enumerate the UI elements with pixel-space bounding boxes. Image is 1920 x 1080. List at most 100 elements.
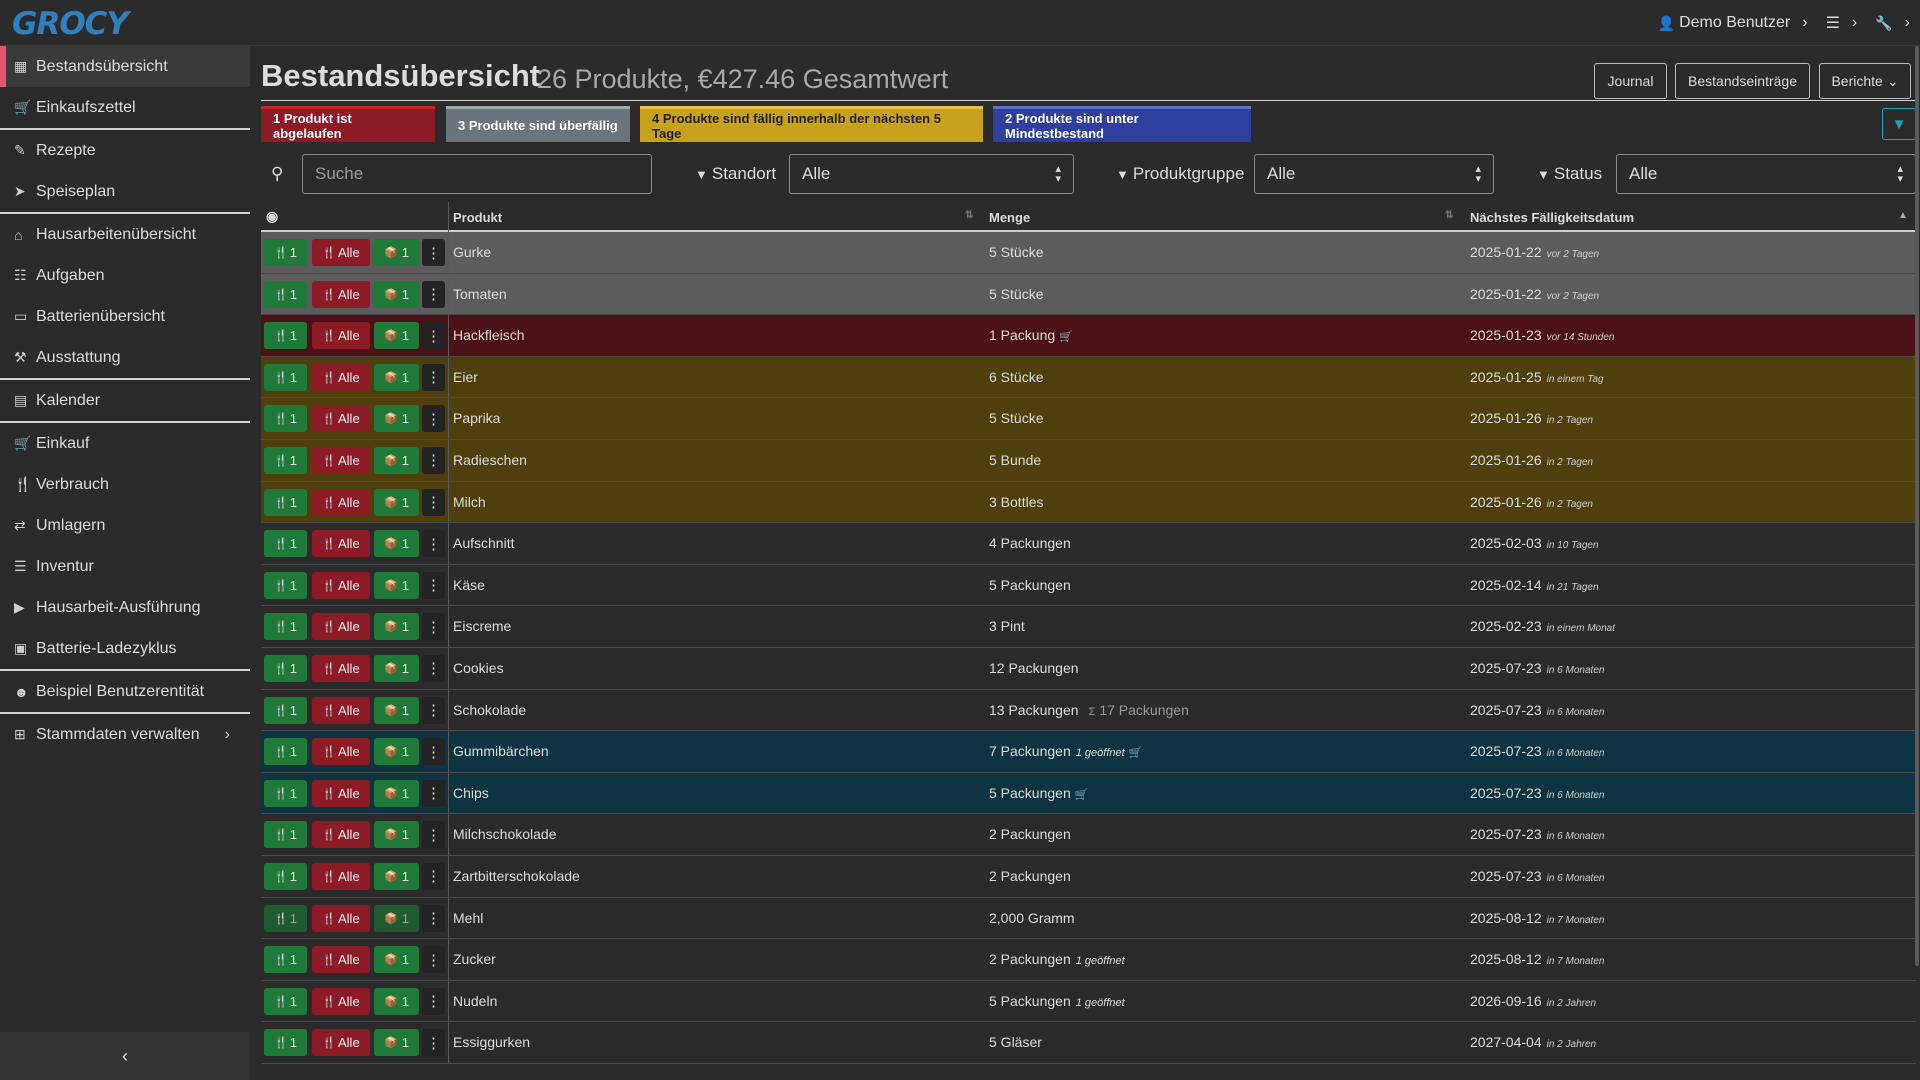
row-more-menu-button[interactable]: ⋮ [422, 239, 445, 266]
product-name[interactable]: Chips [453, 785, 489, 801]
open-one-button[interactable]: 📦 1 [374, 280, 419, 308]
product-group-select[interactable]: Alle ▴ ▾ [1254, 154, 1494, 194]
consume-all-button[interactable]: 🍴 Alle [312, 405, 370, 433]
due-soon-filter-badge[interactable]: 4 Produkte sind fällig innerhalb der näc… [640, 106, 983, 142]
consume-all-button[interactable]: 🍴 Alle [312, 613, 370, 641]
consume-one-button[interactable]: 🍴 1 [264, 738, 307, 766]
consume-one-button[interactable]: 🍴 1 [264, 613, 307, 641]
product-name[interactable]: Gummibärchen [453, 743, 549, 759]
row-more-menu-button[interactable]: ⋮ [422, 405, 445, 433]
app-logo[interactable]: GROCY [12, 6, 129, 42]
row-more-menu-button[interactable]: ⋮ [422, 446, 445, 474]
consume-one-button[interactable]: 🍴 1 [264, 530, 307, 558]
consume-one-button[interactable]: 🍴 1 [264, 1029, 307, 1057]
reports-dropdown-button[interactable]: Berichte ⌄ [1819, 63, 1911, 99]
consume-all-button[interactable]: 🍴 Alle [312, 654, 370, 682]
product-name[interactable]: Eiscreme [453, 618, 511, 634]
consume-all-button[interactable]: 🍴 Alle [312, 862, 370, 890]
overdue-filter-badge[interactable]: 3 Produkte sind überfällig [446, 106, 630, 142]
sidebar-item-14[interactable]: ▶ Hausarbeit-Ausführung [0, 587, 250, 628]
product-name[interactable]: Gurke [453, 244, 491, 260]
row-more-menu-button[interactable]: ⋮ [422, 946, 445, 974]
page-scrollbar[interactable] [1915, 46, 1919, 966]
sidebar-item-8[interactable]: ⚒ Ausstattung [0, 337, 250, 378]
status-select[interactable]: Alle ▴ ▾ [1616, 154, 1916, 194]
consume-all-button[interactable]: 🍴 Alle [312, 488, 370, 516]
consume-all-button[interactable]: 🍴 Alle [312, 821, 370, 849]
sidebar-item-13[interactable]: ☰ Inventur [0, 546, 250, 587]
row-more-menu-button[interactable]: ⋮ [422, 488, 445, 516]
header-amount[interactable]: Menge [989, 210, 1030, 225]
open-one-button[interactable]: 📦 1 [374, 946, 419, 974]
consume-all-button[interactable]: 🍴 Alle [312, 363, 370, 391]
user-menu[interactable]: 👤 Demo Benutzer › [1658, 14, 1808, 32]
product-name[interactable]: Schokolade [453, 702, 526, 718]
consume-all-button[interactable]: 🍴 Alle [312, 446, 370, 474]
row-more-menu-button[interactable]: ⋮ [422, 363, 445, 391]
open-one-button[interactable]: 📦 1 [374, 322, 419, 350]
consume-all-button[interactable]: 🍴 Alle [312, 571, 370, 599]
consume-all-button[interactable]: 🍴 Alle [312, 904, 370, 932]
product-name[interactable]: Mehl [453, 910, 483, 926]
sidebar-item-2[interactable]: 🛒 Einkaufszettel [0, 87, 250, 128]
search-input[interactable]: Suche [302, 154, 652, 194]
settings-menu[interactable]: ☰ › [1826, 13, 1858, 33]
open-one-button[interactable]: 📦 1 [374, 654, 419, 682]
product-name[interactable]: Essiggurken [453, 1034, 530, 1050]
header-due-date[interactable]: Nächstes Fälligkeitsdatum [1470, 210, 1634, 225]
open-one-button[interactable]: 📦 1 [374, 405, 419, 433]
sidebar-item-5[interactable]: ⌂ Hausarbeitenübersicht [0, 214, 250, 255]
sidebar-item-15[interactable]: ▣ Batterie-Ladezyklus [0, 628, 250, 669]
location-select[interactable]: Alle ▴ ▾ [789, 154, 1074, 194]
open-one-button[interactable]: 📦 1 [374, 821, 419, 849]
row-more-menu-button[interactable]: ⋮ [422, 696, 445, 724]
consume-all-button[interactable]: 🍴 Alle [312, 779, 370, 807]
product-name[interactable]: Radieschen [453, 452, 527, 468]
product-name[interactable]: Milchschokolade [453, 826, 557, 842]
product-name[interactable]: Hackfleisch [453, 327, 525, 343]
product-name[interactable]: Eier [453, 369, 478, 385]
open-one-button[interactable]: 📦 1 [374, 1029, 419, 1057]
column-visibility-icon[interactable]: ◉ [266, 208, 278, 225]
consume-one-button[interactable]: 🍴 1 [264, 239, 307, 266]
row-more-menu-button[interactable]: ⋮ [422, 779, 445, 807]
row-more-menu-button[interactable]: ⋮ [422, 322, 445, 350]
sidebar-item-10[interactable]: 🛒 Einkauf [0, 423, 250, 464]
open-one-button[interactable]: 📦 1 [374, 488, 419, 516]
sidebar-item-17[interactable]: ⊞ Stammdaten verwalten › [0, 714, 250, 755]
below-min-filter-badge[interactable]: 2 Produkte sind unter Mindestbestand [993, 106, 1251, 142]
open-one-button[interactable]: 📦 1 [374, 571, 419, 599]
open-one-button[interactable]: 📦 1 [374, 446, 419, 474]
consume-all-button[interactable]: 🍴 Alle [312, 987, 370, 1015]
product-name[interactable]: Käse [453, 577, 485, 593]
consume-one-button[interactable]: 🍴 1 [264, 363, 307, 391]
consume-one-button[interactable]: 🍴 1 [264, 446, 307, 474]
product-name[interactable]: Zucker [453, 951, 496, 967]
product-name[interactable]: Milch [453, 494, 486, 510]
filter-toggle-button[interactable]: ▼ [1882, 108, 1916, 140]
consume-all-button[interactable]: 🍴 Alle [312, 696, 370, 724]
consume-all-button[interactable]: 🍴 Alle [312, 738, 370, 766]
consume-all-button[interactable]: 🍴 Alle [312, 280, 370, 308]
stock-entries-button[interactable]: Bestandseinträge [1675, 63, 1810, 99]
consume-all-button[interactable]: 🍴 Alle [312, 946, 370, 974]
product-name[interactable]: Tomaten [453, 286, 507, 302]
row-more-menu-button[interactable]: ⋮ [422, 571, 445, 599]
tools-menu[interactable]: 🔧 › [1875, 14, 1910, 32]
open-one-button[interactable]: 📦 1 [374, 239, 419, 266]
consume-one-button[interactable]: 🍴 1 [264, 571, 307, 599]
row-more-menu-button[interactable]: ⋮ [422, 862, 445, 890]
journal-button[interactable]: Journal [1594, 63, 1667, 99]
open-one-button[interactable]: 📦 1 [374, 530, 419, 558]
open-one-button[interactable]: 📦 1 [374, 862, 419, 890]
consume-one-button[interactable]: 🍴 1 [264, 946, 307, 974]
row-more-menu-button[interactable]: ⋮ [422, 738, 445, 766]
row-more-menu-button[interactable]: ⋮ [422, 613, 445, 641]
sidebar-item-4[interactable]: ➤ Speiseplan [0, 171, 250, 212]
open-one-button[interactable]: 📦 1 [374, 904, 419, 932]
consume-one-button[interactable]: 🍴 1 [264, 280, 307, 308]
consume-one-button[interactable]: 🍴 1 [264, 405, 307, 433]
consume-one-button[interactable]: 🍴 1 [264, 322, 307, 350]
expired-filter-badge[interactable]: 1 Produkt ist abgelaufen [261, 106, 435, 142]
open-one-button[interactable]: 📦 1 [374, 363, 419, 391]
